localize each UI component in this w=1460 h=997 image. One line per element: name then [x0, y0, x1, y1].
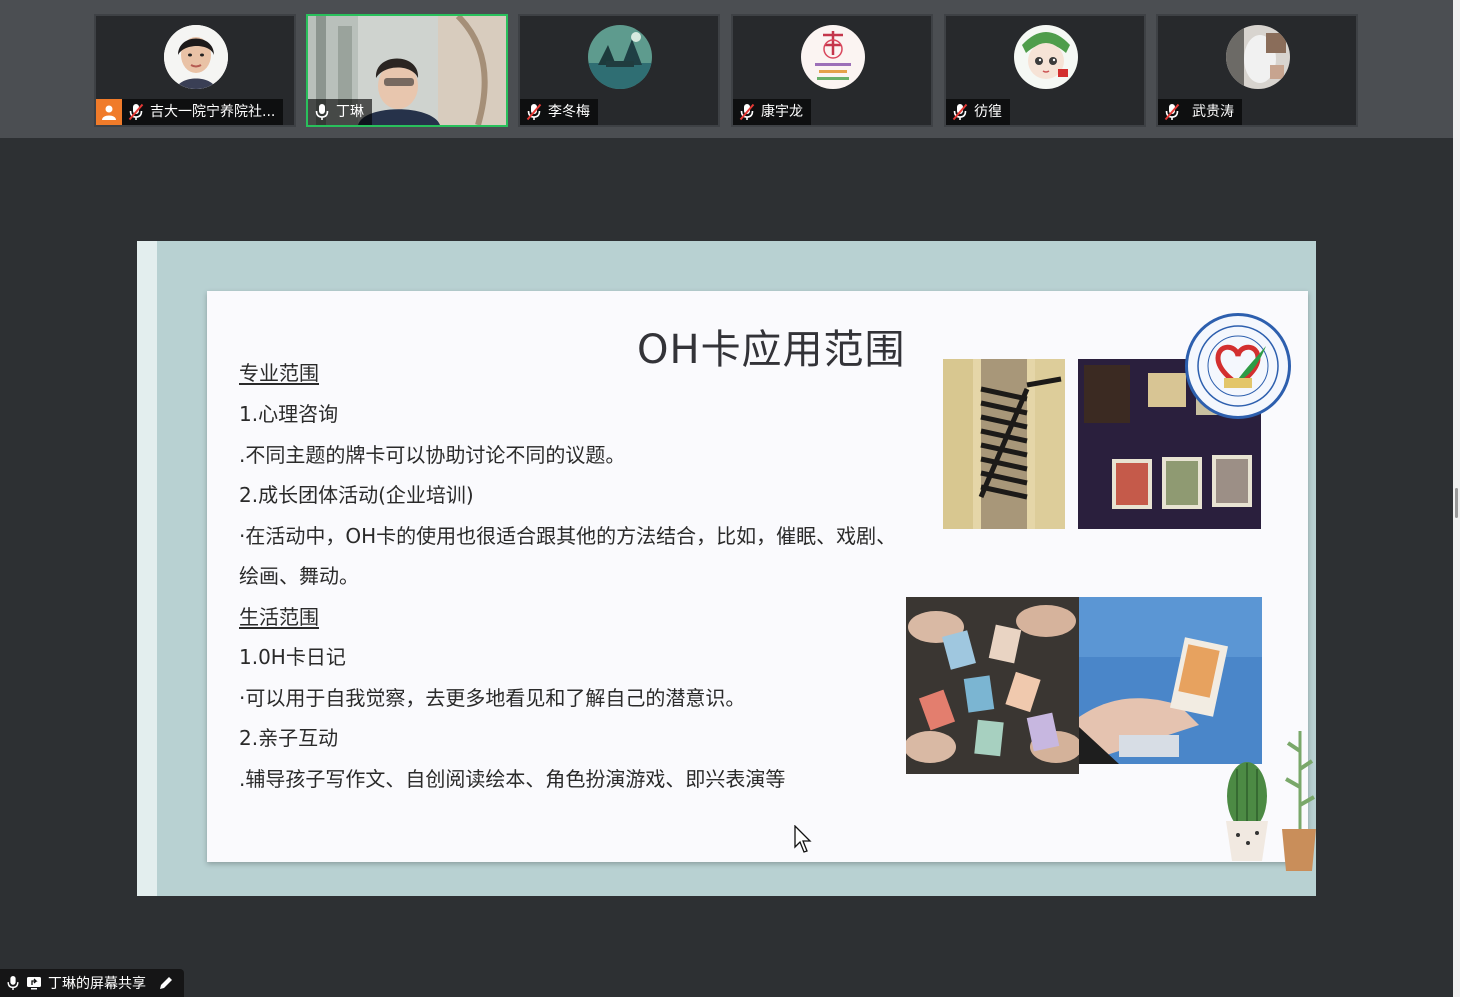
participant-name: 吉大一院宁养院社...	[150, 104, 276, 120]
resize-handle[interactable]	[1455, 488, 1458, 518]
shared-screen: OH卡应用范围 专业范围 1.心理咨询 .不同主题的牌卡可以协助讨论不同的议题。…	[137, 241, 1316, 896]
screen-share-status[interactable]: 丁琳的屏幕共享	[0, 969, 184, 997]
participant-tile-2[interactable]: 丁琳	[306, 14, 508, 127]
slide-line: 1.心理咨询	[239, 402, 339, 426]
slide-line: 2.亲子互动	[239, 726, 339, 750]
host-user-icon	[96, 99, 122, 125]
cactus-decoration	[1212, 721, 1316, 896]
participant-name: 彷徨	[974, 104, 1002, 120]
slide-heading-life: 生活范围	[239, 605, 319, 629]
mic-muted-icon	[526, 103, 542, 121]
participant-name: 李冬梅	[548, 104, 590, 120]
mic-icon	[7, 976, 19, 990]
participant-tile-5[interactable]: 彷徨	[944, 14, 1146, 127]
participant-name: 武贵涛	[1192, 104, 1234, 120]
participant-avatar	[1226, 25, 1290, 89]
mic-icon	[315, 104, 329, 120]
participant-name-tag: 李冬梅	[520, 99, 598, 125]
participant-name: 丁琳	[336, 104, 364, 120]
mic-muted-icon	[1164, 103, 1180, 121]
slide: OH卡应用范围 专业范围 1.心理咨询 .不同主题的牌卡可以协助讨论不同的议题。…	[207, 291, 1308, 862]
participant-tile-4[interactable]: 康宇龙	[731, 14, 933, 127]
pencil-icon[interactable]	[158, 975, 174, 991]
hands-cards-photo	[906, 597, 1079, 774]
participant-name-tag: 彷徨	[946, 99, 1010, 125]
participant-name-tag: 康宇龙	[733, 99, 811, 125]
participant-name-tag: 丁琳	[308, 99, 372, 125]
participant-strip: 吉大一院宁养院社... 丁琳 李冬梅 康宇龙 彷徨 武贵涛	[0, 0, 1453, 138]
mic-muted-icon	[952, 103, 968, 121]
participant-name-tag: 吉大一院宁养院社...	[96, 99, 284, 125]
slide-line: ·在活动中，OH卡的使用也很适合跟其他的方法结合，比如，催眠、戏剧、	[239, 524, 897, 548]
participant-tile-6[interactable]: 武贵涛	[1156, 14, 1358, 127]
slide-line: .不同主题的牌卡可以协助讨论不同的议题。	[239, 443, 626, 467]
hospital-seal-logo	[1185, 313, 1291, 419]
slide-left-strip	[137, 241, 157, 896]
slide-title: OH卡应用范围	[637, 327, 906, 373]
slide-line: ·可以用于自我觉察，去更多地看见和了解自己的潜意识。	[239, 686, 746, 710]
participant-name: 康宇龙	[761, 104, 803, 120]
rope-photo	[943, 359, 1065, 529]
slide-line: 2.成长团体活动(企业培训)	[239, 483, 474, 507]
screen-share-icon	[27, 977, 41, 990]
screen-share-label: 丁琳的屏幕共享	[48, 976, 146, 992]
mouse-pointer-icon	[794, 825, 812, 853]
participant-name-tag: 武贵涛	[1158, 99, 1242, 125]
participant-avatar	[801, 25, 865, 89]
slide-line: 绘画、舞动。	[239, 564, 359, 588]
participant-tile-3[interactable]: 李冬梅	[518, 14, 720, 127]
participant-avatar	[1014, 25, 1078, 89]
participant-avatar	[164, 25, 228, 89]
meeting-window: 吉大一院宁养院社... 丁琳 李冬梅 康宇龙 彷徨 武贵涛 OH卡应用范围 专业…	[0, 0, 1453, 997]
slide-heading-professional: 专业范围	[239, 361, 319, 385]
participant-tile-1[interactable]: 吉大一院宁养院社...	[94, 14, 296, 127]
participant-avatar	[588, 25, 652, 89]
mic-muted-icon	[739, 103, 755, 121]
slide-line: .辅导孩子写作文、自创阅读绘本、角色扮演游戏、即兴表演等	[239, 767, 786, 791]
slide-line: 1.0H卡日记	[239, 645, 346, 669]
mic-muted-icon	[128, 103, 144, 121]
